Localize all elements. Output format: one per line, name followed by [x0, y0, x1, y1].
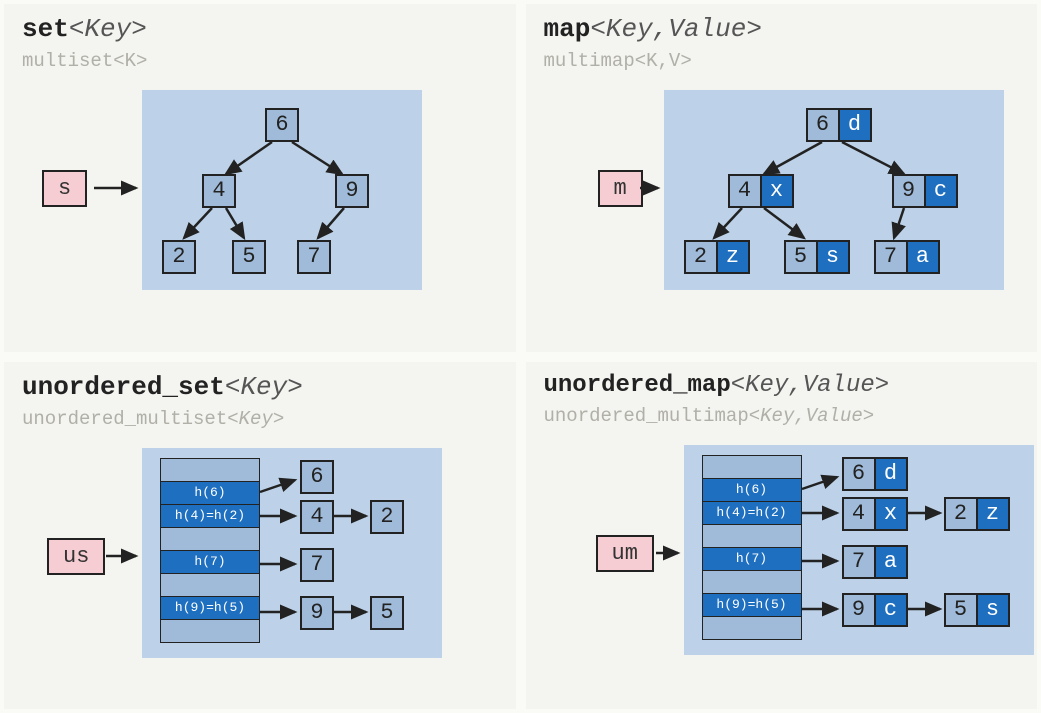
uhash-slot-7	[702, 616, 802, 640]
hash-slot-4: h(7)	[160, 550, 260, 574]
subtitle-umap: unordered_multimap<Key,Value>	[544, 405, 1020, 427]
node-6-key: 6	[806, 108, 840, 142]
umnode-2-v: z	[976, 497, 1010, 531]
panel-umap: unordered_map<Key,Value> unordered_multi…	[526, 362, 1038, 710]
title-map: map<Key,Value>	[544, 14, 1020, 44]
hash-slot-5	[160, 573, 260, 597]
node-2-val: z	[716, 240, 750, 274]
umnode-9-v: c	[874, 593, 908, 627]
node-2: 2	[162, 240, 196, 274]
hash-slot-6: h(9)=h(5)	[160, 596, 260, 620]
hash-slot-7	[160, 619, 260, 643]
hash-slot-2: h(4)=h(2)	[160, 504, 260, 528]
umnode-2-k: 2	[944, 497, 978, 531]
node-7: 7	[297, 240, 331, 274]
hash-slot-0	[160, 458, 260, 482]
umnode-4-k: 4	[842, 497, 876, 531]
uhash-slot-3	[702, 524, 802, 548]
panel-set: set<Key> multiset<K> s 6 4 9 2 5 7	[4, 4, 516, 352]
panel-map: map<Key,Value> multimap<K,V> m 6 d 4 x 9…	[526, 4, 1038, 352]
unode-7: 7	[300, 548, 334, 582]
unode-4: 4	[300, 500, 334, 534]
umnode-7-k: 7	[842, 545, 876, 579]
umnode-6-k: 6	[842, 457, 876, 491]
node-9-key: 9	[892, 174, 926, 208]
var-s: s	[42, 170, 87, 207]
canvas-umap: um h(6) h(4)=h(2) h(7) h(9)=h(5) 6 d 4 x…	[544, 435, 1020, 675]
subtitle-map: multimap<K,V>	[544, 50, 1020, 72]
unode-6: 6	[300, 460, 334, 494]
var-um: um	[596, 535, 654, 572]
node-6-val: d	[838, 108, 872, 142]
node-5: 5	[232, 240, 266, 274]
hash-slot-1: h(6)	[160, 481, 260, 505]
title-set: set<Key>	[22, 14, 498, 44]
title-uset: unordered_set<Key>	[22, 372, 498, 402]
node-9: 9	[335, 174, 369, 208]
uhash-slot-4: h(7)	[702, 547, 802, 571]
node-2-key: 2	[684, 240, 718, 274]
title-umap: unordered_map<Key,Value>	[544, 372, 1020, 399]
umnode-9-k: 9	[842, 593, 876, 627]
node-7-val: a	[906, 240, 940, 274]
node-9-val: c	[924, 174, 958, 208]
node-4: 4	[202, 174, 236, 208]
node-5-key: 5	[784, 240, 818, 274]
umnode-5-v: s	[976, 593, 1010, 627]
node-7-key: 7	[874, 240, 908, 274]
canvas-uset: us h(6) h(4)=h(2) h(7) h(9)=h(5) 6 4 2 7…	[22, 438, 498, 678]
unode-9: 9	[300, 596, 334, 630]
subtitle-uset: unordered_multiset<Key>	[22, 408, 498, 430]
subtitle-set: multiset<K>	[22, 50, 498, 72]
uhash-slot-1: h(6)	[702, 478, 802, 502]
unode-5: 5	[370, 596, 404, 630]
umnode-5-k: 5	[944, 593, 978, 627]
uhash-slot-5	[702, 570, 802, 594]
canvas-set: s 6 4 9 2 5 7	[22, 80, 498, 320]
node-6: 6	[265, 108, 299, 142]
canvas-map: m 6 d 4 x 9 c 2 z 5 s 7 a	[544, 80, 1020, 320]
node-5-val: s	[816, 240, 850, 274]
uhash-slot-2: h(4)=h(2)	[702, 501, 802, 525]
hash-slot-3	[160, 527, 260, 551]
umnode-6-v: d	[874, 457, 908, 491]
umnode-7-v: a	[874, 545, 908, 579]
var-us: us	[47, 538, 105, 575]
uhash-slot-6: h(9)=h(5)	[702, 593, 802, 617]
node-4-val: x	[760, 174, 794, 208]
umnode-4-v: x	[874, 497, 908, 531]
panel-uset: unordered_set<Key> unordered_multiset<Ke…	[4, 362, 516, 710]
node-4-key: 4	[728, 174, 762, 208]
unode-2: 2	[370, 500, 404, 534]
uhash-slot-0	[702, 455, 802, 479]
var-m: m	[598, 170, 643, 207]
